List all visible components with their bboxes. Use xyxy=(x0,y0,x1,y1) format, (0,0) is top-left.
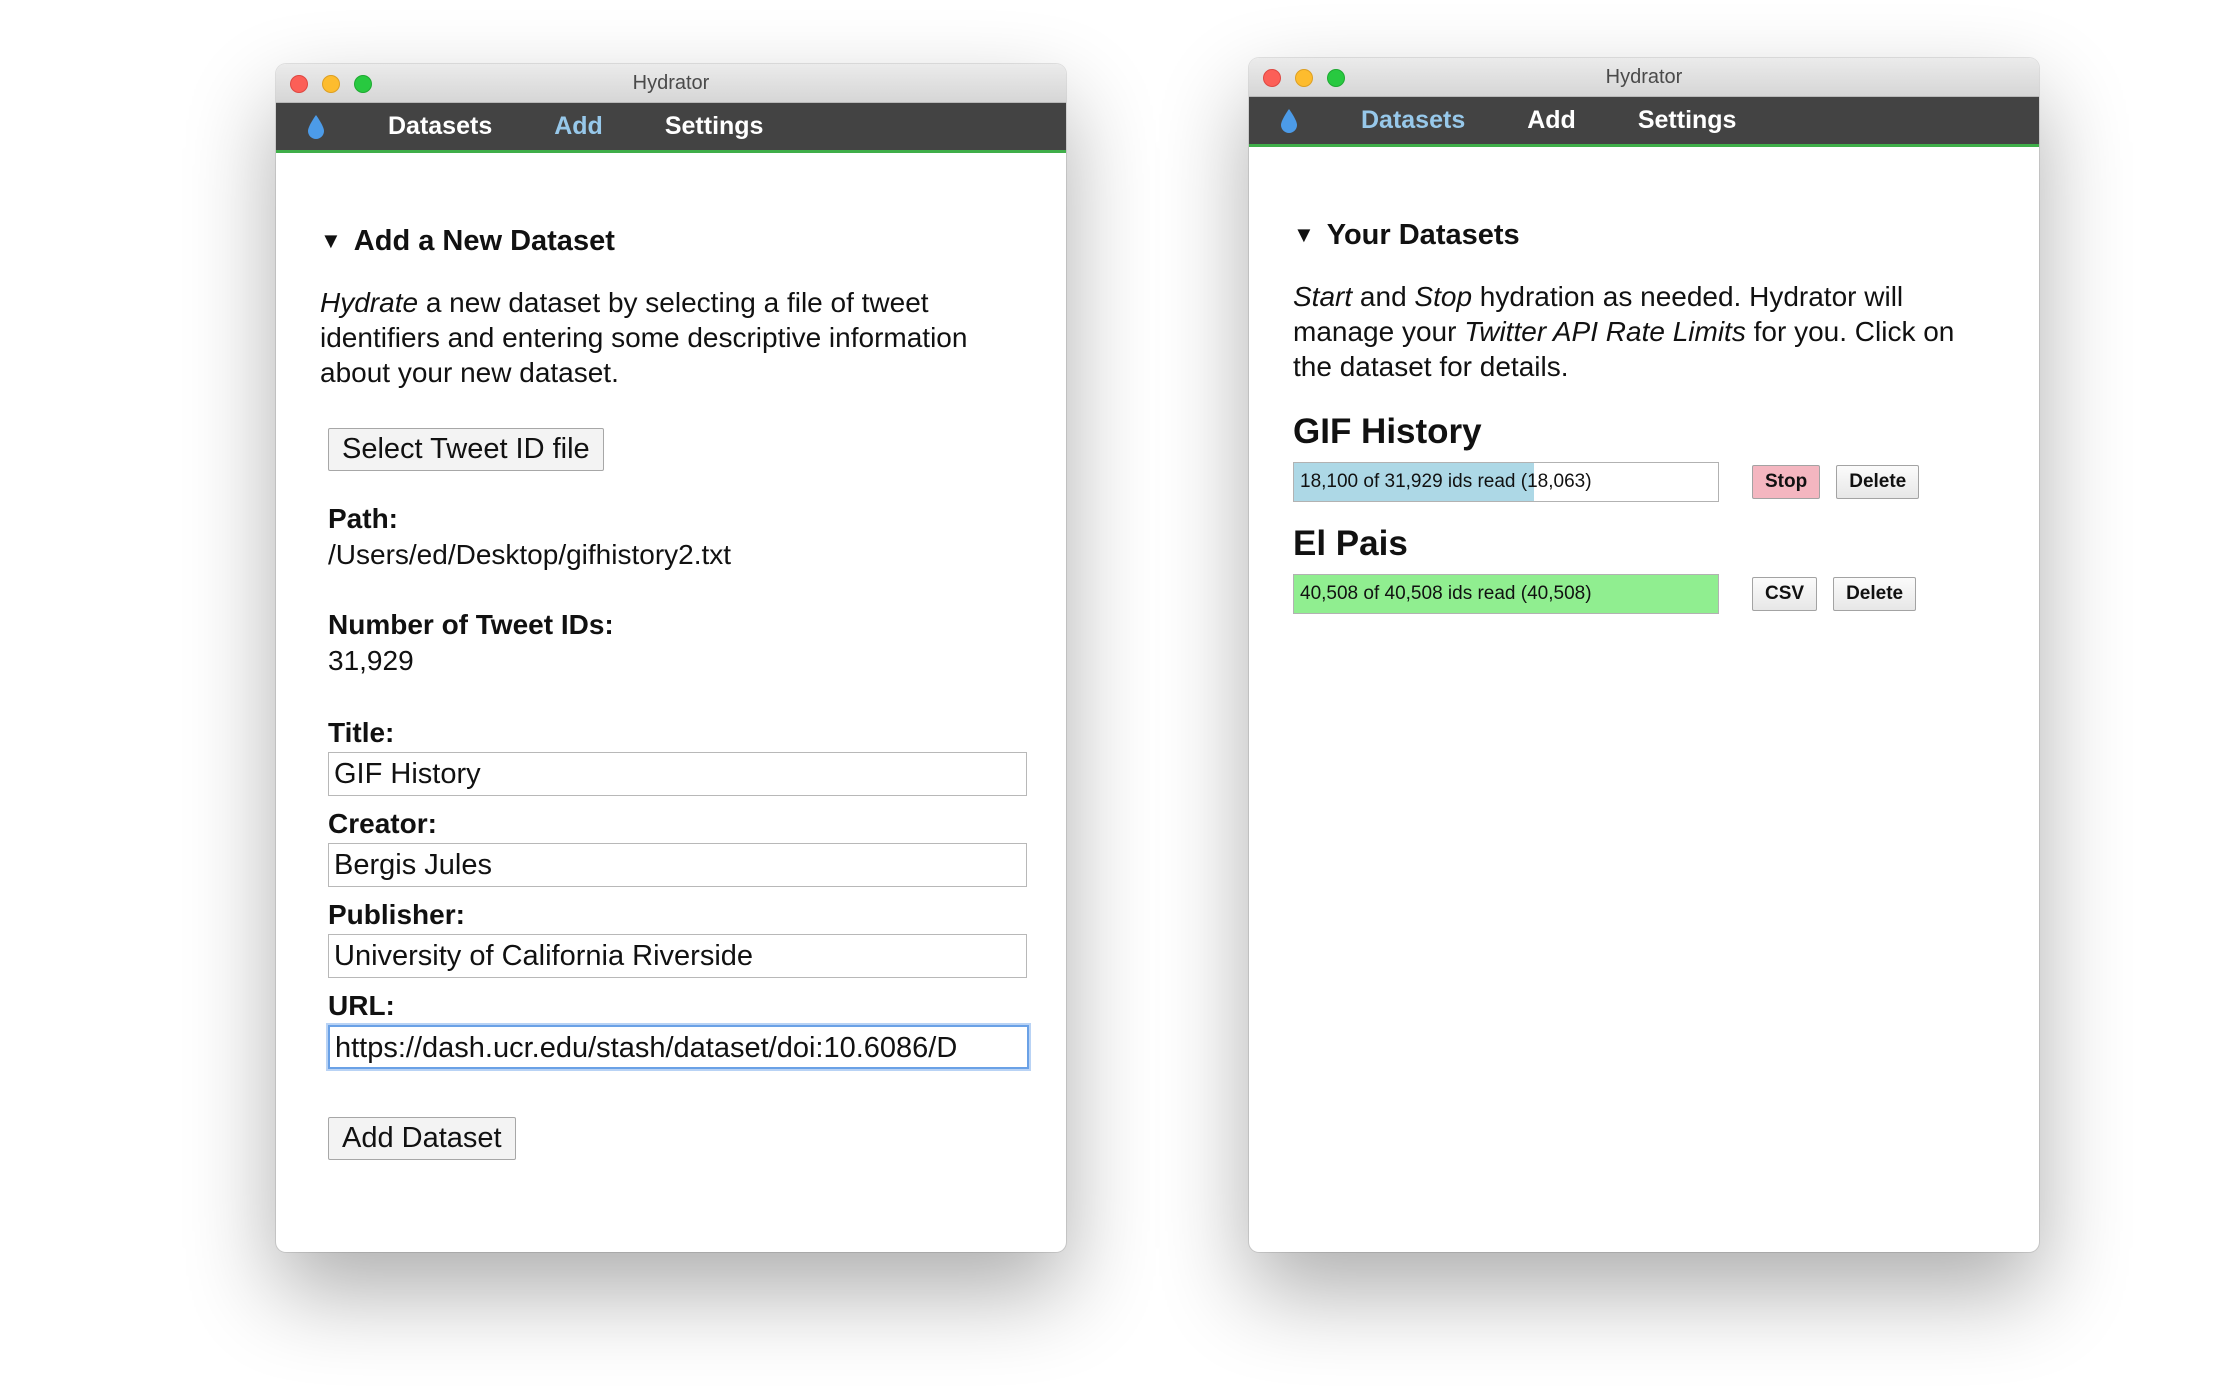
intro-emphasis: Hydrate xyxy=(320,287,419,318)
intro-emphasis-rate-limits: Twitter API Rate Limits xyxy=(1464,316,1746,347)
intro-line-2a: manage your xyxy=(1293,316,1465,347)
delete-button[interactable]: Delete xyxy=(1833,577,1917,611)
section-header[interactable]: ▼ Your Datasets xyxy=(1293,219,1995,252)
nav-add[interactable]: Add xyxy=(1527,106,1576,135)
close-window-button[interactable] xyxy=(290,75,308,93)
window-title: Hydrator xyxy=(632,72,710,94)
path-label: Path: xyxy=(328,503,398,534)
publisher-input[interactable]: University of California Riverside xyxy=(328,934,1027,978)
title-bar: Hydrator xyxy=(1249,58,2039,97)
title-bar: Hydrator xyxy=(276,64,1066,103)
dataset-title[interactable]: GIF History xyxy=(1293,412,1995,452)
nav-bar: Datasets Add Settings xyxy=(1249,97,2039,147)
intro-connector: and xyxy=(1352,281,1415,312)
stop-button[interactable]: Stop xyxy=(1752,465,1821,499)
nav-settings[interactable]: Settings xyxy=(665,112,764,141)
section-title: Your Datasets xyxy=(1326,219,1520,251)
dataset-item[interactable]: El Pais 40,508 of 40,508 ids read (40,50… xyxy=(1293,524,1995,614)
window-controls xyxy=(1263,69,1345,87)
section-header[interactable]: ▼ Add a New Dataset xyxy=(320,225,1022,258)
intro-line-3: the dataset for details. xyxy=(1293,351,1569,382)
minimize-window-button[interactable] xyxy=(1295,69,1313,87)
intro-emphasis-stop: Stop xyxy=(1414,281,1473,312)
progress-text: 18,100 of 31,929 ids read (18,063) xyxy=(1300,471,1592,492)
intro-text: Start and Stop hydration as needed. Hydr… xyxy=(1293,279,1995,384)
dataset-progress-bar: 18,100 of 31,929 ids read (18,063) xyxy=(1293,462,1719,502)
water-drop-icon[interactable] xyxy=(308,114,334,139)
nav-bar: Datasets Add Settings xyxy=(276,103,1066,153)
add-dataset-form: ▼ Add a New Dataset Hydrate a new dataset… xyxy=(276,225,1066,1160)
disclosure-triangle-icon[interactable]: ▼ xyxy=(1293,222,1315,248)
close-window-button[interactable] xyxy=(1263,69,1281,87)
tweet-count-value: 31,929 xyxy=(328,645,414,676)
intro-line-1: hydration as needed. Hydrator will xyxy=(1472,281,1904,312)
creator-label: Creator: xyxy=(328,808,437,839)
maximize-window-button[interactable] xyxy=(1327,69,1345,87)
water-drop-icon[interactable] xyxy=(1281,108,1307,133)
csv-button[interactable]: CSV xyxy=(1752,577,1818,611)
minimize-window-button[interactable] xyxy=(322,75,340,93)
nav-datasets[interactable]: Datasets xyxy=(1361,106,1465,135)
hydrator-window-datasets: Hydrator Datasets Add Settings ▼ Your Dat… xyxy=(1249,58,2039,1252)
add-dataset-button[interactable]: Add Dataset xyxy=(328,1117,516,1160)
nav-datasets[interactable]: Datasets xyxy=(388,112,492,141)
intro-line-3: about your new dataset. xyxy=(320,357,619,388)
publisher-label: Publisher: xyxy=(328,899,465,930)
path-value: /Users/ed/Desktop/gifhistory2.txt xyxy=(328,539,732,570)
title-label: Title: xyxy=(328,717,395,748)
title-input[interactable]: GIF History xyxy=(328,752,1027,796)
nav-add[interactable]: Add xyxy=(554,112,603,141)
window-title: Hydrator xyxy=(1605,66,1683,88)
datasets-list-view: ▼ Your Datasets Start and Stop hydration … xyxy=(1249,219,2039,614)
disclosure-triangle-icon[interactable]: ▼ xyxy=(320,228,342,254)
dataset-progress-bar: 40,508 of 40,508 ids read (40,508) xyxy=(1293,574,1719,614)
url-input[interactable]: https://dash.ucr.edu/stash/dataset/doi:1… xyxy=(328,1025,1029,1069)
hydrator-window-add: Hydrator Datasets Add Settings ▼ Add a Ne… xyxy=(276,64,1066,1252)
dataset-item[interactable]: GIF History 18,100 of 31,929 ids read (1… xyxy=(1293,412,1995,502)
delete-button[interactable]: Delete xyxy=(1836,465,1920,499)
select-tweet-id-file-button[interactable]: Select Tweet ID file xyxy=(328,428,604,471)
intro-line-2: identifiers and entering some descriptiv… xyxy=(320,322,968,353)
intro-text: Hydrate a new dataset by selecting a fil… xyxy=(320,285,1022,390)
intro-line-1: a new dataset by selecting a file of twe… xyxy=(418,287,929,318)
tweet-count-label: Number of Tweet IDs: xyxy=(328,609,614,640)
intro-line-2b: for you. Click on xyxy=(1745,316,1955,347)
progress-text: 40,508 of 40,508 ids read (40,508) xyxy=(1300,583,1592,604)
url-label: URL: xyxy=(328,990,395,1021)
maximize-window-button[interactable] xyxy=(354,75,372,93)
intro-emphasis-start: Start xyxy=(1293,281,1353,312)
section-title: Add a New Dataset xyxy=(353,225,615,257)
nav-settings[interactable]: Settings xyxy=(1638,106,1737,135)
dataset-title[interactable]: El Pais xyxy=(1293,524,1995,564)
creator-input[interactable]: Bergis Jules xyxy=(328,843,1027,887)
window-controls xyxy=(290,75,372,93)
